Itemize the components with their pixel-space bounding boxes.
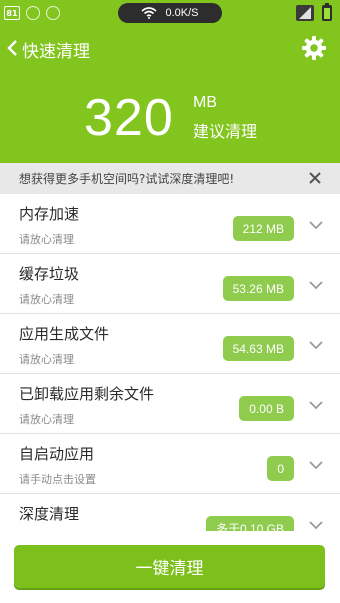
status-bar: 81 0.0K/S: [0, 0, 340, 26]
size-badge: 54.63 MB: [222, 336, 294, 361]
settings-button[interactable]: [301, 35, 327, 61]
chevron-down-icon[interactable]: [309, 461, 323, 470]
clean-amount: 320: [84, 89, 174, 147]
bottom-action-bar: 一键清理: [0, 531, 340, 603]
battery-icon: [322, 3, 332, 21]
close-icon: [309, 172, 321, 184]
notification-circle-icon: [26, 6, 40, 20]
summary-header: 快速清理 320 MB 建议清理: [0, 26, 340, 163]
deep-clean-tip[interactable]: 想获得更多手机空间吗?试试深度清理吧!: [0, 163, 340, 194]
status-icons-right: [296, 3, 332, 21]
list-item[interactable]: 已卸载应用剩余文件 请放心清理 0.00 B: [0, 374, 340, 434]
item-title: 内存加速: [19, 205, 80, 223]
item-title: 深度清理: [19, 505, 80, 523]
close-tip-button[interactable]: [306, 169, 324, 187]
one-key-clean-button[interactable]: 一键清理: [14, 545, 325, 588]
size-badge: 多于0.10 GB: [205, 516, 294, 531]
chevron-down-icon[interactable]: [309, 521, 323, 530]
list-item[interactable]: 应用生成文件 请放心清理 54.63 MB: [0, 314, 340, 374]
list-item[interactable]: 缓存垃圾 请放心清理 53.26 MB: [0, 254, 340, 314]
chevron-left-icon: [6, 39, 18, 61]
gear-icon: [302, 36, 326, 60]
size-badge: 0.00 B: [239, 396, 294, 421]
item-subtitle: 请放心清理: [19, 413, 74, 426]
page-title: 快速清理: [22, 42, 90, 62]
item-subtitle: 请放心清理: [19, 233, 74, 246]
notification-icon: 81: [4, 6, 20, 20]
item-title: 应用生成文件: [19, 325, 110, 343]
chevron-down-icon[interactable]: [309, 341, 323, 350]
wechat-icon: [46, 6, 60, 20]
clean-suggest-label: 建议清理: [193, 122, 258, 141]
list-item[interactable]: 自启动应用 请手动点击设置 0: [0, 434, 340, 494]
chevron-down-icon[interactable]: [309, 281, 323, 290]
network-speed: 0.0K/S: [165, 7, 199, 19]
tip-text: 想获得更多手机空间吗?试试深度清理吧!: [19, 172, 235, 186]
signal-icon: [296, 5, 314, 21]
item-title: 已卸载应用剩余文件: [19, 385, 155, 403]
size-badge: 212 MB: [232, 216, 294, 241]
clean-unit: MB: [193, 94, 217, 111]
item-subtitle: 请放心清理: [19, 293, 74, 306]
list-item[interactable]: 深度清理 多于0.10 GB: [0, 494, 340, 531]
list-item[interactable]: 内存加速 请放心清理 212 MB: [0, 194, 340, 254]
chevron-down-icon[interactable]: [309, 401, 323, 410]
item-title: 自启动应用: [19, 445, 95, 463]
item-title: 缓存垃圾: [19, 265, 80, 283]
back-button[interactable]: 快速清理: [6, 37, 90, 62]
chevron-down-icon[interactable]: [309, 221, 323, 230]
size-badge: 53.26 MB: [222, 276, 294, 301]
item-subtitle: 请放心清理: [19, 353, 74, 366]
network-speed-pill: 0.0K/S: [118, 3, 222, 23]
clean-items-list: 内存加速 请放心清理 212 MB 缓存垃圾 请放心清理 53.26 MB 应用…: [0, 194, 340, 531]
status-icons-left: 81: [0, 6, 60, 20]
item-subtitle: 请手动点击设置: [19, 473, 96, 486]
wifi-icon: [141, 7, 158, 19]
size-badge: 0: [267, 456, 294, 481]
